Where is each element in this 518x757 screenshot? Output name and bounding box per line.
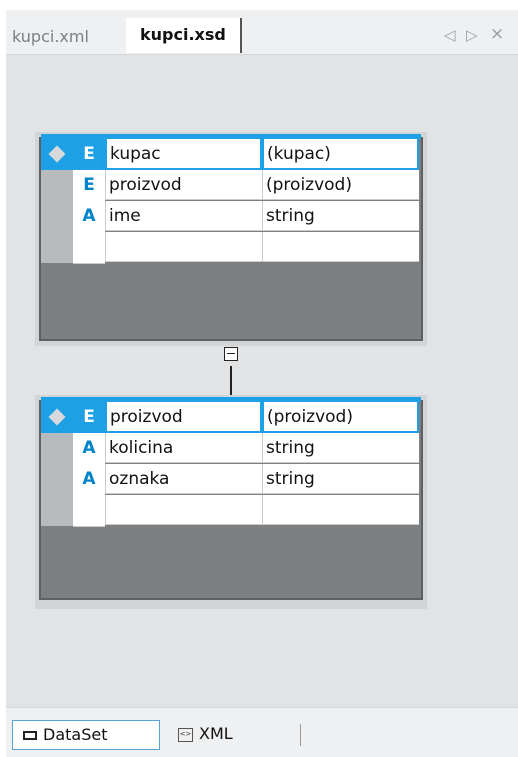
row-name-cell[interactable]: proizvod bbox=[105, 170, 262, 200]
row-gutter bbox=[41, 464, 73, 495]
row-gutter bbox=[41, 139, 73, 170]
attribute-type-icon: A bbox=[73, 464, 105, 496]
table-row-empty[interactable] bbox=[41, 232, 421, 264]
schema-canvas[interactable]: E kupac (kupac) E proizvod (proizvod) A … bbox=[6, 55, 518, 707]
row-name-cell[interactable]: oznaka bbox=[105, 464, 262, 494]
row-type-cell[interactable]: string bbox=[262, 464, 419, 494]
tab-dataset-label: DataSet bbox=[43, 725, 108, 744]
table-header-row[interactable]: E proizvod (proizvod) bbox=[41, 402, 421, 434]
scroll-left-icon[interactable]: ◁ bbox=[444, 26, 456, 44]
tab-kupci-xml[interactable]: kupci.xml bbox=[6, 22, 95, 52]
dataset-icon bbox=[23, 731, 37, 740]
element-type-icon: E bbox=[73, 170, 105, 202]
element-table-proizvod[interactable]: E proizvod (proizvod) A kolicina string … bbox=[39, 397, 423, 600]
attribute-type-icon: A bbox=[73, 201, 105, 233]
row-type-cell[interactable]: string bbox=[262, 433, 419, 463]
row-gutter bbox=[41, 232, 73, 263]
row-name-cell[interactable]: ime bbox=[105, 201, 262, 231]
close-icon[interactable]: × bbox=[490, 24, 504, 44]
row-name-cell[interactable] bbox=[105, 232, 262, 262]
element-type-icon: E bbox=[73, 139, 105, 171]
diamond-icon bbox=[48, 145, 66, 163]
row-type-cell[interactable]: (proizvod) bbox=[262, 170, 419, 200]
table-row[interactable]: A ime string bbox=[41, 201, 421, 233]
empty-key-cell bbox=[73, 495, 105, 527]
attribute-type-icon: A bbox=[73, 433, 105, 465]
xml-code-icon: <> bbox=[178, 727, 193, 742]
row-gutter bbox=[41, 170, 73, 201]
table-header-row[interactable]: E kupac (kupac) bbox=[41, 139, 421, 171]
element-type-cell[interactable]: (proizvod) bbox=[262, 402, 419, 433]
row-gutter bbox=[41, 201, 73, 232]
tab-dataset[interactable]: DataSet bbox=[12, 720, 160, 750]
collapse-toggle-icon[interactable] bbox=[224, 347, 238, 361]
scroll-right-icon[interactable]: ▷ bbox=[466, 26, 478, 44]
table-row[interactable]: A kolicina string bbox=[41, 433, 421, 465]
diamond-icon bbox=[48, 408, 66, 426]
element-type-cell[interactable]: (kupac) bbox=[262, 139, 419, 170]
table-row[interactable]: A oznaka string bbox=[41, 464, 421, 496]
row-name-cell[interactable]: kolicina bbox=[105, 433, 262, 463]
element-name-cell[interactable]: proizvod bbox=[105, 402, 262, 433]
row-gutter bbox=[41, 433, 73, 464]
row-gutter bbox=[41, 402, 73, 433]
empty-key-cell bbox=[73, 232, 105, 264]
element-table-kupac[interactable]: E kupac (kupac) E proizvod (proizvod) A … bbox=[39, 134, 423, 341]
tab-xml[interactable]: <> XML bbox=[174, 720, 233, 750]
element-name-cell[interactable]: kupac bbox=[105, 139, 262, 170]
tab-separator bbox=[300, 724, 301, 746]
table-row-empty[interactable] bbox=[41, 495, 421, 527]
document-tab-strip: kupci.xml kupci.xsd ◁ ▷ × bbox=[6, 10, 518, 55]
element-type-icon: E bbox=[73, 402, 105, 434]
row-type-cell[interactable] bbox=[262, 495, 419, 525]
row-type-cell[interactable]: string bbox=[262, 201, 419, 231]
table-row[interactable]: E proizvod (proizvod) bbox=[41, 170, 421, 202]
row-type-cell[interactable] bbox=[262, 232, 419, 262]
designer-view-tabs: DataSet <> XML bbox=[6, 707, 518, 757]
row-gutter bbox=[41, 495, 73, 526]
tab-xml-label: XML bbox=[199, 724, 233, 743]
row-name-cell[interactable] bbox=[105, 495, 262, 525]
tab-kupci-xsd[interactable]: kupci.xsd bbox=[126, 18, 242, 53]
xsd-designer-window: kupci.xml kupci.xsd ◁ ▷ × E kupac (kupac… bbox=[6, 10, 518, 757]
